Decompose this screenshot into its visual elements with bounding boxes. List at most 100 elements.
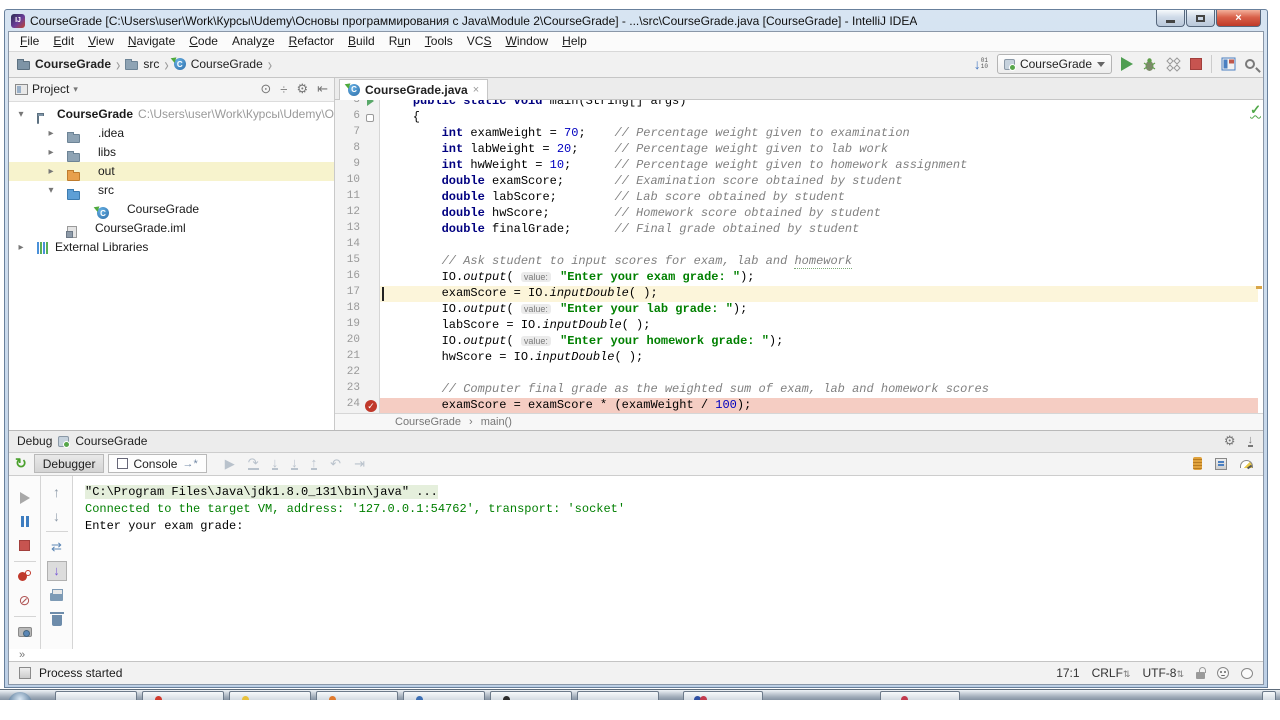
menu-view[interactable]: View	[81, 32, 121, 50]
console-pin-icon[interactable]: →*	[182, 458, 197, 470]
tree-node-src[interactable]: ▾src	[9, 181, 334, 200]
breadcrumb-class[interactable]: CourseGrade	[395, 416, 461, 428]
stripe-marker[interactable]	[1256, 286, 1262, 289]
code-editor[interactable]: 5 public static void main(String[] args)…	[335, 100, 1263, 413]
caret-position[interactable]: 17:1	[1056, 666, 1079, 680]
code-line-11[interactable]: 11 double labScore; // Lab score obtaine…	[335, 190, 1258, 206]
threads-icon[interactable]	[1193, 457, 1202, 470]
more-tool-windows-icon[interactable]: »	[19, 649, 25, 661]
drop-frame-icon[interactable]: ↶	[330, 456, 341, 472]
menu-run[interactable]: Run	[382, 32, 418, 50]
gutter[interactable]	[363, 286, 380, 302]
line-number[interactable]: 10	[335, 174, 363, 190]
clear-all-icon[interactable]	[52, 615, 62, 626]
line-number[interactable]: 13	[335, 222, 363, 238]
menu-navigate[interactable]: Navigate	[121, 32, 182, 50]
breakpoint-icon[interactable]: ✓	[365, 400, 377, 412]
panel-settings-gear-icon[interactable]: ⚙	[296, 81, 308, 97]
gutter[interactable]: ✓	[363, 398, 380, 413]
debug-button[interactable]	[1142, 57, 1157, 72]
minimize-button[interactable]	[1156, 10, 1185, 27]
run-to-cursor-icon[interactable]: ⇥	[354, 456, 365, 472]
tree-node-libs[interactable]: ▸libs	[9, 143, 334, 162]
stop-process-icon[interactable]	[19, 540, 30, 551]
console-settings-icon[interactable]: ⇄	[51, 539, 62, 555]
step-over-icon[interactable]: ↷	[248, 457, 259, 470]
print-icon[interactable]	[50, 593, 63, 601]
status-message[interactable]: Process started	[39, 666, 122, 680]
maximize-button[interactable]	[1186, 10, 1215, 27]
taskbar-button[interactable]	[490, 691, 572, 700]
gutter[interactable]	[363, 126, 380, 142]
gutter[interactable]	[363, 366, 380, 382]
fold-icon[interactable]	[366, 114, 374, 122]
hide-debug-panel-icon[interactable]: ↓	[1248, 435, 1254, 447]
editor-tab-coursegrade-java[interactable]: C CourseGrade.java ×	[339, 79, 488, 100]
line-number[interactable]: 20	[335, 334, 363, 350]
menu-edit[interactable]: Edit	[46, 32, 81, 50]
menu-build[interactable]: Build	[341, 32, 382, 50]
line-number[interactable]: 17	[335, 286, 363, 302]
line-number[interactable]: 9	[335, 158, 363, 174]
code-line-14[interactable]: 14	[335, 238, 1258, 254]
line-number[interactable]: 5	[335, 100, 363, 110]
line-number[interactable]: 15	[335, 254, 363, 270]
run-configuration-select[interactable]: CourseGrade	[997, 54, 1112, 74]
up-stack-icon[interactable]: ↑	[53, 484, 60, 500]
thread-dump-icon[interactable]	[18, 627, 32, 637]
menu-analyze[interactable]: Analyze	[225, 32, 282, 50]
line-number[interactable]: 19	[335, 318, 363, 334]
tree-node-external-libraries[interactable]: ▸External Libraries	[9, 238, 334, 257]
code-line-20[interactable]: 20 IO.output( value: "Enter your homewor…	[335, 334, 1258, 350]
show-desktop-button[interactable]	[1262, 691, 1276, 700]
tab-debugger[interactable]: Debugger	[34, 454, 105, 473]
menu-window[interactable]: Window	[498, 32, 555, 50]
breadcrumb-item-coursegrade[interactable]: CCourseGrade	[174, 57, 263, 71]
hide-panel-icon[interactable]: ⇤	[317, 81, 328, 97]
hector-inspector-icon[interactable]	[1217, 667, 1229, 679]
gutter[interactable]	[363, 334, 380, 350]
run-button[interactable]	[1121, 57, 1133, 71]
code-line-24[interactable]: 24✓ examScore = examScore * (examWeight …	[335, 398, 1258, 413]
code-line-13[interactable]: 13 double finalGrade; // Final grade obt…	[335, 222, 1258, 238]
start-orb[interactable]	[8, 692, 32, 700]
menu-code[interactable]: Code	[182, 32, 225, 50]
taskbar-button[interactable]	[229, 691, 311, 700]
tab-close-icon[interactable]: ×	[473, 84, 479, 96]
taskbar-button[interactable]	[880, 691, 960, 700]
scroll-to-end-icon[interactable]: ↓	[47, 561, 67, 581]
project-view-dropdown-icon[interactable]: ▾	[73, 84, 78, 95]
line-number[interactable]: 11	[335, 190, 363, 206]
line-number[interactable]: 24	[335, 398, 363, 413]
code-line-22[interactable]: 22	[335, 366, 1258, 382]
error-stripe[interactable]: ✓	[1249, 100, 1263, 413]
mute-breakpoints-icon[interactable]: ⊘	[19, 592, 31, 609]
gutter[interactable]	[363, 238, 380, 254]
code-line-9[interactable]: 9 int hwWeight = 10; // Percentage weigh…	[335, 158, 1258, 174]
line-separator-indicator[interactable]: CRLF⇅	[1092, 666, 1131, 680]
code-line-18[interactable]: 18 IO.output( value: "Enter your lab gra…	[335, 302, 1258, 318]
down-stack-icon[interactable]: ↓	[53, 508, 60, 524]
debug-settings-gear-icon[interactable]: ⚙	[1224, 433, 1236, 449]
breadcrumb-method[interactable]: main()	[481, 416, 512, 428]
gutter[interactable]	[363, 302, 380, 318]
code-line-12[interactable]: 12 double hwScore; // Homework score obt…	[335, 206, 1258, 222]
code-line-7[interactable]: 7 int examWeight = 70; // Percentage wei…	[335, 126, 1258, 142]
menu-refactor[interactable]: Refactor	[282, 32, 341, 50]
tree-node-coursegrade[interactable]: CCourseGrade	[9, 200, 334, 219]
tree-expander-icon[interactable]: ▸	[15, 242, 27, 253]
line-number[interactable]: 22	[335, 366, 363, 382]
rerun-icon[interactable]: ↻	[15, 455, 27, 472]
line-number[interactable]: 23	[335, 382, 363, 398]
code-line-23[interactable]: 23 // Computer final grade as the weight…	[335, 382, 1258, 398]
code-line-15[interactable]: 15 // Ask student to input scores for ex…	[335, 254, 1258, 270]
search-everywhere-icon[interactable]	[1245, 59, 1255, 69]
gutter[interactable]	[363, 350, 380, 366]
code-line-16[interactable]: 16 IO.output( value: "Enter your exam gr…	[335, 270, 1258, 286]
taskbar-button[interactable]	[142, 691, 224, 700]
taskbar-button[interactable]	[55, 691, 137, 700]
code-line-10[interactable]: 10 double examScore; // Examination scor…	[335, 174, 1258, 190]
code-line-21[interactable]: 21 hwScore = IO.inputDouble( );	[335, 350, 1258, 366]
tree-expander-icon[interactable]: ▸	[45, 166, 57, 177]
pause-icon[interactable]	[21, 516, 29, 527]
